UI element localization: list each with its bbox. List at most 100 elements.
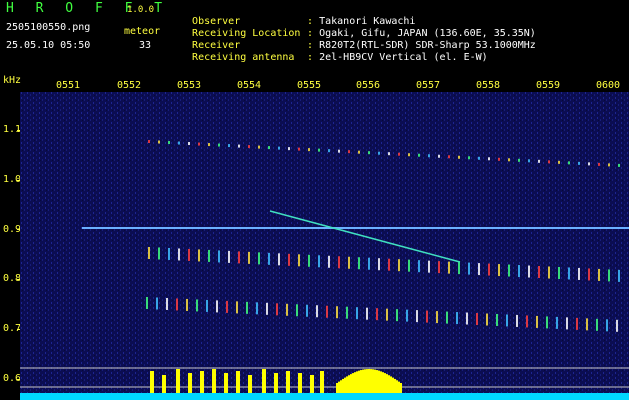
echo-mark <box>148 140 150 143</box>
echo-mark <box>398 259 400 272</box>
echo-mark <box>376 308 378 321</box>
echo-mark <box>466 312 468 325</box>
echo-mark <box>506 314 508 327</box>
echo-mark <box>396 309 398 322</box>
echo-mark <box>528 159 530 163</box>
echo-mark <box>456 312 458 325</box>
echo-mark <box>608 269 610 282</box>
echo-mark <box>188 142 190 146</box>
echo-mark <box>576 317 578 330</box>
echo-mark <box>338 149 340 153</box>
echo-mark <box>256 302 258 315</box>
time-tick-label: 0600 <box>596 80 621 91</box>
echo-mark <box>478 156 480 160</box>
level-bar <box>368 369 370 393</box>
level-bar <box>188 373 192 393</box>
echo-mark <box>578 267 580 280</box>
echo-mark <box>358 257 360 270</box>
freq-tick-label: 0.9 <box>3 224 22 235</box>
echo-mark <box>416 310 418 323</box>
level-bar <box>386 374 388 393</box>
echo-mark <box>398 152 400 156</box>
echo-mark <box>216 300 218 313</box>
echo-mark <box>258 145 260 149</box>
time-tick-label: 0559 <box>536 80 561 91</box>
level-bar <box>176 369 180 393</box>
echo-mark <box>286 303 288 316</box>
level-bar <box>320 371 324 393</box>
echo-mark <box>438 154 440 158</box>
echo-mark <box>546 316 548 329</box>
level-bar <box>346 376 348 393</box>
level-bar <box>362 369 364 393</box>
echo-mark <box>296 304 298 317</box>
level-bar <box>274 373 278 393</box>
app-version: 1.0.0 <box>127 5 155 15</box>
level-bar <box>150 371 154 393</box>
echo-mark <box>266 302 268 315</box>
level-bar <box>344 377 346 393</box>
level-bar <box>366 369 368 393</box>
echo-mark <box>568 267 570 280</box>
echo-mark <box>288 253 290 266</box>
echo-mark <box>418 260 420 273</box>
echo-mark <box>598 162 600 166</box>
time-tick-label: 0556 <box>356 80 381 91</box>
level-bar <box>336 383 338 393</box>
level-bar <box>390 376 392 393</box>
echo-mark <box>178 141 180 145</box>
echo-mark <box>268 252 270 265</box>
level-bar <box>340 380 342 393</box>
level-bar <box>372 369 374 393</box>
echo-mark <box>318 255 320 268</box>
level-bar <box>376 370 378 393</box>
echo-mark <box>348 150 350 154</box>
echo-mark <box>538 266 540 279</box>
echo-mark <box>298 147 300 151</box>
echo-mark <box>328 149 330 153</box>
echo-mark <box>448 261 450 274</box>
echo-mark <box>378 258 380 271</box>
echo-mark <box>246 301 248 314</box>
echo-mark <box>616 319 618 332</box>
time-tick-label: 0553 <box>177 80 202 91</box>
echo-mark <box>368 151 370 155</box>
echo-mark <box>458 155 460 159</box>
level-bar <box>338 381 340 393</box>
level-bar <box>398 381 400 393</box>
time-tick-label: 0551 <box>56 80 81 91</box>
level-bar <box>388 375 390 393</box>
echo-mark <box>378 151 380 155</box>
echo-mark <box>236 301 238 314</box>
echo-mark <box>148 247 150 259</box>
echo-mark <box>198 249 200 262</box>
echo-mark <box>386 308 388 321</box>
level-bar <box>378 370 380 393</box>
echo-mark <box>598 268 600 281</box>
level-bar <box>360 370 362 393</box>
echo-mark <box>238 251 240 264</box>
echo-mark <box>408 259 410 272</box>
echo-mark <box>388 258 390 271</box>
time-tick-label: 0555 <box>297 80 322 91</box>
time-tick-label: 0558 <box>476 80 501 91</box>
echo-mark <box>476 313 478 326</box>
level-bar <box>356 371 358 393</box>
echo-mark <box>198 142 200 146</box>
echo-mark <box>308 148 310 152</box>
echo-mark <box>558 266 560 279</box>
info-value: 2el-HB9CV Vertical (el. E-W) <box>319 52 488 63</box>
echo-mark <box>618 163 620 167</box>
level-bar <box>200 371 204 393</box>
file-name: 2505100550.png <box>6 22 91 33</box>
level-bar <box>236 371 240 393</box>
noise-floor <box>20 393 629 400</box>
echo-mark <box>366 307 368 320</box>
echo-mark <box>428 260 430 273</box>
echo-mark <box>318 148 320 152</box>
echo-mark <box>578 161 580 165</box>
echo-mark <box>486 313 488 326</box>
echo-mark <box>446 311 448 324</box>
echo-mark <box>606 319 608 332</box>
level-bar <box>374 369 376 393</box>
